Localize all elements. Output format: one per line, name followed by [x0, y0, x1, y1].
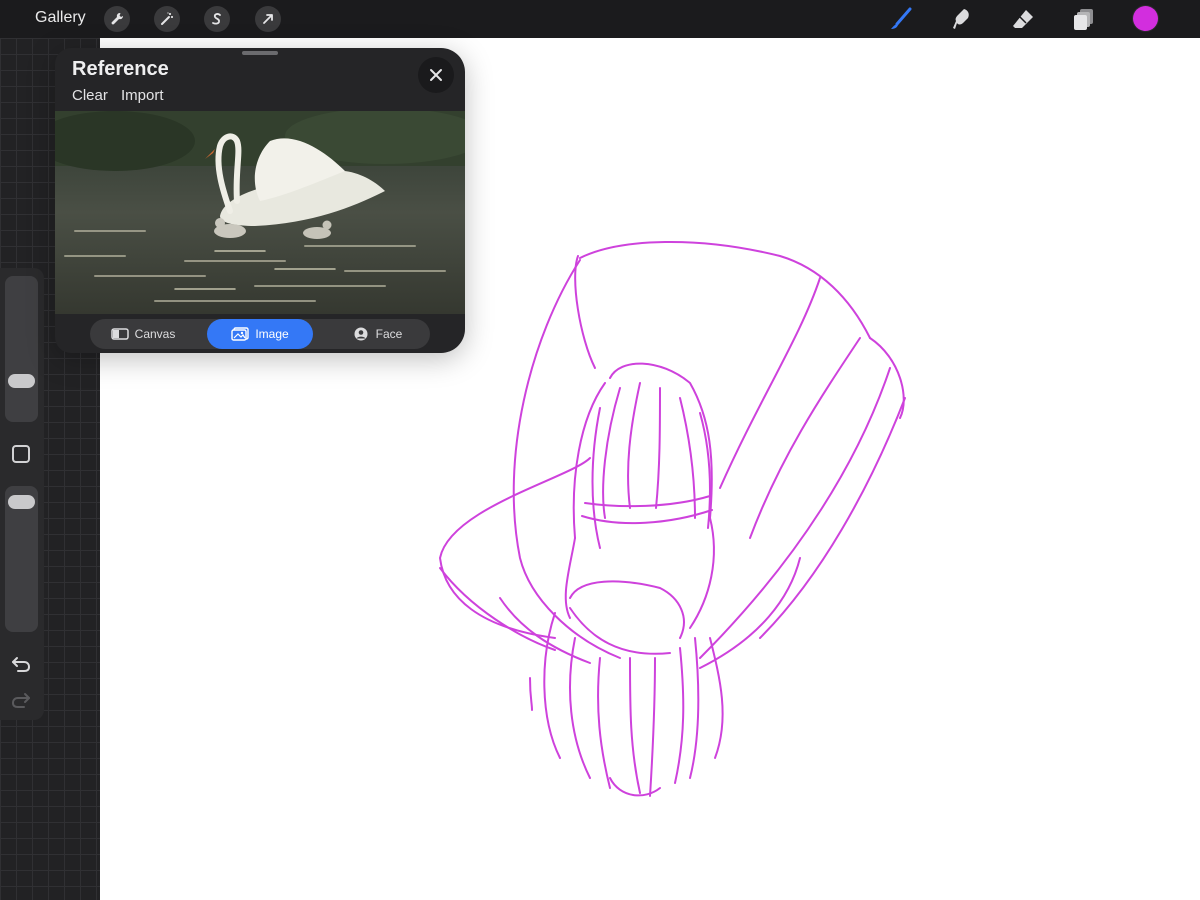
tab-canvas[interactable]: Canvas [90, 319, 196, 349]
brush-size-slider[interactable] [5, 276, 38, 422]
magic-wand-icon[interactable] [154, 6, 180, 32]
undo-icon[interactable] [10, 652, 32, 674]
tab-image[interactable]: Image [207, 319, 313, 349]
import-button[interactable]: Import [121, 87, 164, 104]
brush-icon[interactable] [888, 6, 914, 32]
reference-mode-selector: Canvas Image Face [90, 319, 430, 349]
canvas-icon [110, 328, 129, 340]
opacity-slider[interactable] [5, 486, 38, 632]
close-icon[interactable] [418, 57, 454, 93]
image-icon [231, 327, 250, 341]
color-swatch[interactable] [1133, 6, 1158, 31]
redo-icon[interactable] [10, 688, 32, 710]
brush-size-thumb[interactable] [8, 373, 35, 388]
selection-s-icon[interactable] [204, 6, 230, 32]
modify-button[interactable] [12, 445, 30, 463]
panel-title: Reference [72, 58, 169, 80]
clear-button[interactable]: Clear [72, 87, 108, 104]
panel-grabber[interactable] [242, 51, 278, 55]
smudge-icon[interactable] [949, 6, 975, 32]
tab-image-label: Image [255, 327, 289, 341]
tab-canvas-label: Canvas [134, 327, 176, 341]
opacity-thumb[interactable] [8, 495, 35, 510]
reference-image [55, 111, 465, 314]
tab-face[interactable]: Face [324, 319, 430, 349]
reference-panel: Reference Clear Import Canvas Image Face [55, 48, 465, 353]
layers-icon[interactable] [1071, 6, 1097, 32]
face-icon [354, 327, 368, 341]
wrench-icon[interactable] [104, 6, 130, 32]
eraser-icon[interactable] [1010, 6, 1036, 32]
top-toolbar: Gallery [0, 0, 1200, 38]
left-sidebar [0, 268, 44, 720]
tab-face-label: Face [375, 327, 403, 341]
transform-arrow-icon[interactable] [255, 6, 281, 32]
gallery-button[interactable]: Gallery [35, 9, 86, 27]
